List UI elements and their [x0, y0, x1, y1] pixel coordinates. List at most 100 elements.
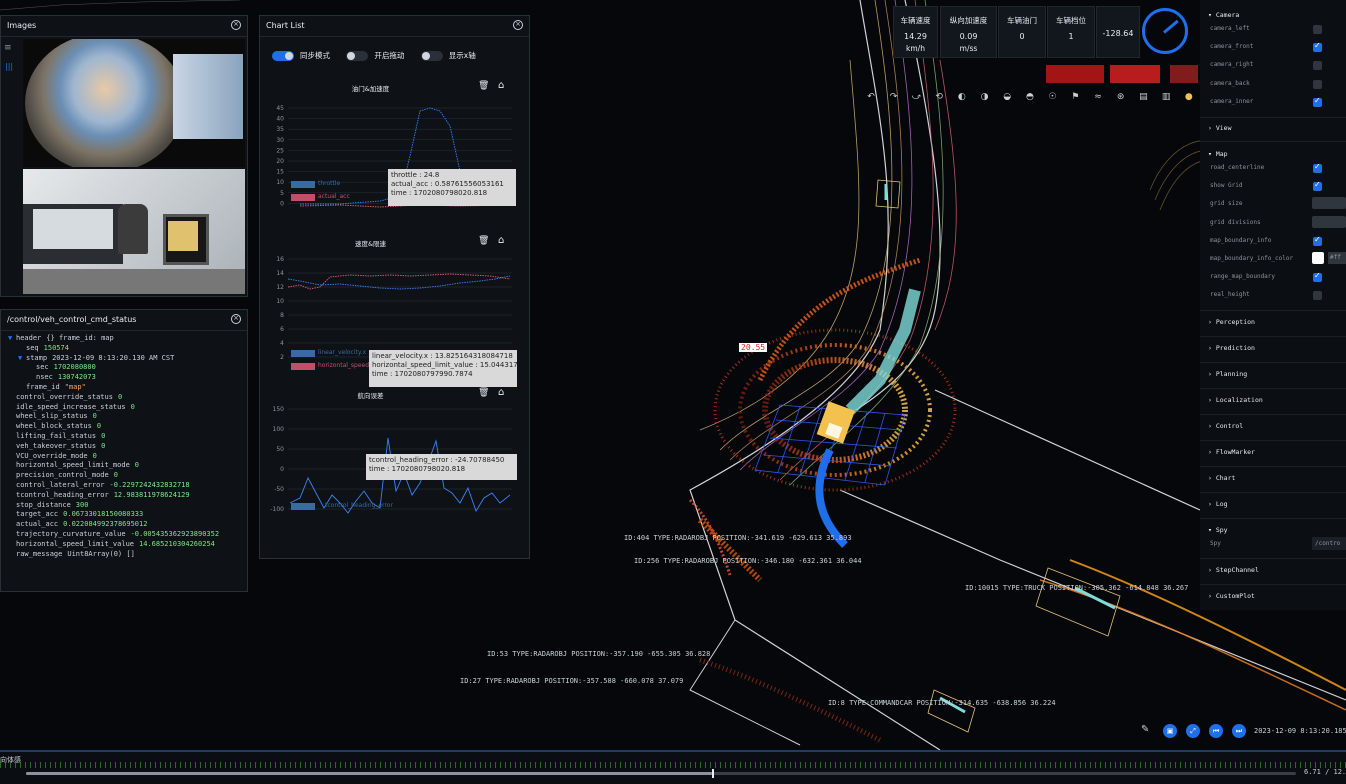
map-option-checkbox[interactable]	[1313, 180, 1322, 192]
field-key: seq	[26, 343, 39, 352]
images-panel-close-icon[interactable]: ×	[231, 20, 241, 30]
map-option-checkbox[interactable]	[1313, 271, 1322, 283]
delete-icon[interactable]: 🗑	[478, 388, 489, 398]
message-panel-close-icon[interactable]: ×	[231, 314, 241, 324]
map-option-input[interactable]	[1312, 215, 1346, 228]
toggle-switch[interactable]	[420, 51, 443, 61]
message-field-row: trajectory_curvature_value -0.00543536292…	[1, 530, 247, 540]
grid-icon[interactable]: ▤	[1136, 90, 1150, 104]
rotate-icon[interactable]: ⟲	[932, 90, 946, 104]
section-control[interactable]: › Control	[1208, 422, 1243, 430]
section-camera[interactable]: ▾ Camera	[1208, 11, 1239, 19]
message-field-row: VCU_override_mode 0	[1, 452, 247, 462]
wave-icon[interactable]: ≈	[1091, 90, 1105, 104]
toggle-enable-drag[interactable]: 开启拖动	[346, 51, 404, 61]
expand-caret-icon[interactable]: ▼	[8, 334, 16, 344]
images-panel-title: Images	[1, 16, 247, 37]
delete-icon[interactable]: 🗑	[478, 236, 489, 246]
map-option-checkbox[interactable]	[1313, 291, 1322, 301]
delete-icon[interactable]: 🗑	[478, 81, 489, 91]
divider	[1200, 117, 1346, 118]
y-tick-label: 40	[276, 116, 284, 123]
section-planning[interactable]: › Planning	[1208, 370, 1247, 378]
home-icon[interactable]: ⌂	[498, 387, 504, 398]
field-value: 0	[101, 431, 106, 440]
section-prediction[interactable]: › Prediction	[1208, 344, 1255, 352]
camera-option-checkbox[interactable]	[1313, 61, 1322, 71]
chart-list-close-icon[interactable]: ×	[513, 20, 523, 30]
y-tick-label: 8	[280, 312, 284, 319]
message-field-row[interactable]: ▼ header {} frame_id: map	[1, 334, 247, 344]
color-swatch[interactable]	[1312, 252, 1324, 264]
section-spy[interactable]: ▾ Spy	[1208, 526, 1228, 534]
sun-icon[interactable]: ●	[1182, 90, 1196, 104]
view-b-icon[interactable]: ◑	[978, 90, 992, 104]
toggle-sync-mode[interactable]: 同步模式	[272, 51, 330, 61]
chart-title: 速度&限速	[354, 240, 387, 248]
section-perception[interactable]: › Perception	[1208, 318, 1255, 326]
home-icon[interactable]: ⌂	[498, 80, 504, 91]
message-field-row: horizontal_speed_limit_value 14.685210304…	[1, 540, 247, 550]
chart-heading-error[interactable]: 航向误差 🗑 ⌂ 150 100 50 0 -50 -100 tcontrol_headi…	[260, 385, 531, 535]
telemetry-unit: m/ss	[959, 44, 978, 53]
screenshot-button[interactable]: ▣	[1163, 724, 1177, 738]
section-stepchannel[interactable]: › StepChannel	[1208, 566, 1259, 574]
chart-speed-limit[interactable]: 速度&限速 🗑 ⌂ 16 14 12 10 8 6 4 2 linear_velocity.x…	[260, 233, 531, 387]
spy-input[interactable]: /contro	[1312, 537, 1346, 550]
toggle-switch[interactable]	[346, 51, 369, 61]
field-value: 0	[92, 451, 97, 460]
section-log[interactable]: › Log	[1208, 500, 1228, 508]
section-customplot[interactable]: › CustomPlot	[1208, 592, 1255, 600]
message-field-row[interactable]: ▼ stamp 2023-12-09 8:13:20.130 AM CST	[1, 354, 247, 364]
flag-icon[interactable]: ⚑	[1068, 90, 1082, 104]
section-chart[interactable]: › Chart	[1208, 474, 1235, 482]
map-option-checkbox[interactable]	[1313, 162, 1322, 173]
edit-icon[interactable]: ✎	[1141, 724, 1155, 738]
field-key: horizontal_speed_limit_value	[16, 539, 135, 548]
timeline-thumb[interactable]	[711, 769, 714, 778]
section-view[interactable]: › View	[1208, 124, 1231, 132]
layers-icon[interactable]: ▥	[1159, 90, 1173, 104]
map-option-input[interactable]	[1312, 197, 1346, 210]
camera-option-checkbox[interactable]	[1313, 79, 1322, 89]
map-option-label: road_centerline	[1210, 164, 1265, 171]
camera-option-checkbox[interactable]	[1313, 96, 1322, 107]
toggle-switch[interactable]	[272, 51, 294, 61]
tooltip-line: time : 1702080797990.7874	[372, 370, 473, 378]
chart-throttle-acc[interactable]: 油门&加速度 🗑 ⌂ 45 40 35 30 25 20 15 10 5 0 throttle a…	[260, 78, 531, 213]
home-icon[interactable]: ⌂	[498, 235, 504, 246]
field-key: nsec	[36, 373, 53, 382]
route-icon[interactable]: ⤻	[909, 90, 923, 104]
camera-option-checkbox[interactable]	[1313, 25, 1322, 34]
expand-caret-icon[interactable]: ▼	[18, 354, 26, 364]
chart-tooltip: tcontrol_heading_error : -24.70788450 ti…	[366, 454, 517, 480]
map-option-checkbox[interactable]	[1313, 235, 1322, 246]
timeline-track[interactable]	[26, 769, 1296, 778]
toggle-show-x-axis[interactable]: 显示x轴	[420, 51, 476, 61]
fullscreen-button[interactable]: ⤢	[1186, 724, 1200, 738]
undo-icon[interactable]: ↶	[864, 90, 878, 104]
divider	[1200, 492, 1346, 493]
color-input[interactable]: #ff	[1328, 252, 1346, 264]
lidar-icon[interactable]: ⊛	[1114, 90, 1128, 104]
step-back-button[interactable]: ⏮	[1209, 724, 1223, 738]
timeline-bar[interactable]: 向体感 6.71 / 12.48	[0, 750, 1346, 784]
camera-option-checkbox[interactable]	[1313, 41, 1322, 53]
field-value: 1702080800	[53, 363, 96, 372]
redo-icon[interactable]: ↷	[887, 90, 901, 104]
section-map[interactable]: ▾ Map	[1208, 150, 1228, 158]
field-value: 0	[113, 471, 118, 480]
columns-icon[interactable]: |||	[5, 62, 13, 71]
message-field-row: raw_message Uint8Array(0) []	[1, 550, 247, 560]
section-flowmarker[interactable]: › FlowMarker	[1208, 448, 1255, 456]
view-d-icon[interactable]: ◓	[1023, 90, 1037, 104]
view-a-icon[interactable]: ◐	[955, 90, 969, 104]
view-c-icon[interactable]: ◒	[1000, 90, 1014, 104]
section-localization[interactable]: › Localization	[1208, 396, 1263, 404]
field-value: 0.06733018150080333	[63, 510, 144, 519]
menu-icon[interactable]: ≡	[4, 43, 12, 53]
step-forward-button[interactable]: ⏭	[1232, 724, 1246, 738]
target-icon[interactable]: ☉	[1046, 90, 1060, 104]
timeline-progress-text: 6.71 / 12.48	[1304, 768, 1346, 776]
playback-timestamp: 2023-12-09 8:13:20.185	[1254, 727, 1346, 735]
